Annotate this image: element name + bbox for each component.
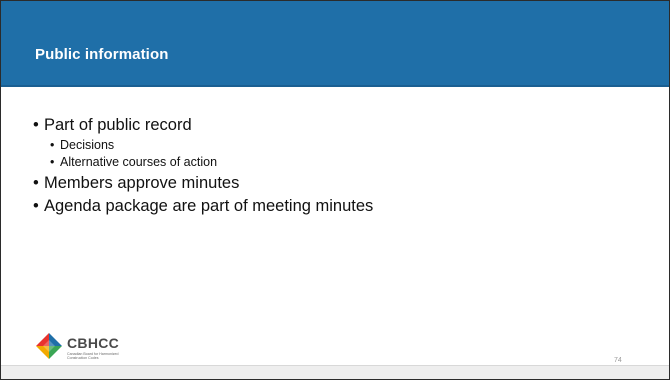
bullet-text: Members approve minutes — [44, 174, 240, 192]
logo-wordmark: CBHCC — [67, 335, 120, 351]
sub-bullet-text: Decisions — [60, 138, 115, 152]
slide-content: • Part of public record • Decisions • Al… — [33, 115, 633, 217]
footer-bar — [1, 365, 669, 379]
sub-bullet-text: Alternative courses of action — [60, 155, 218, 169]
slide: Public information • Part of public reco… — [0, 0, 670, 380]
bullet-dot: • — [33, 197, 39, 215]
bullet-dot: • — [50, 138, 55, 152]
bullet-dot: • — [50, 155, 55, 169]
bullet-text: Agenda package are part of meeting minut… — [44, 197, 374, 215]
slide-title: Public information — [35, 46, 169, 63]
bullet-item: • Part of public record — [33, 115, 633, 136]
bullet-text: Part of public record — [44, 116, 192, 134]
bullet-dot: • — [33, 116, 39, 134]
bullet-dot: • — [33, 174, 39, 192]
logo-tagline: Canadian Board for Harmonized Constructi… — [67, 352, 119, 360]
cbhcc-logo: CBHCC Canadian Board for Harmonized Cons… — [35, 332, 155, 362]
page-number: 74 — [614, 357, 622, 364]
sub-bullet-list: • Decisions • Alternative courses of act… — [50, 137, 633, 171]
header-bar: Public information — [1, 1, 669, 87]
bullet-item: • Agenda package are part of meeting min… — [33, 196, 633, 217]
sub-bullet-item: • Alternative courses of action — [50, 154, 633, 171]
sub-bullet-item: • Decisions — [50, 137, 633, 154]
bullet-item: • Members approve minutes — [33, 173, 633, 194]
logo-mark-icon — [36, 333, 62, 359]
